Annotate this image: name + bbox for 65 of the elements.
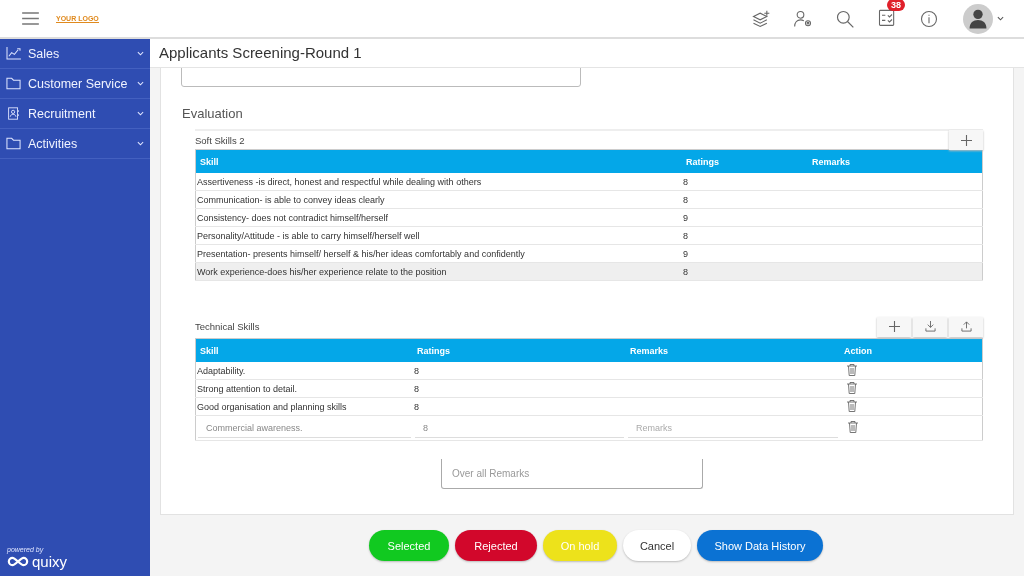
info-icon[interactable]: [919, 8, 939, 29]
table-cell: 9: [682, 208, 808, 227]
trash-icon[interactable]: [847, 363, 857, 376]
contact-card-icon: [6, 107, 21, 120]
action-button[interactable]: Show Data History: [697, 530, 823, 561]
folder-icon: [6, 137, 21, 150]
menu-icon[interactable]: [22, 12, 39, 25]
table-row[interactable]: Personality/Attitude - is able to carry himself/herself well 8: [195, 226, 983, 245]
table-title: Technical Skills: [195, 321, 261, 332]
column-header: Remarks: [626, 338, 840, 362]
section-title: Evaluation: [181, 105, 244, 123]
caret-icon[interactable]: [997, 16, 1004, 21]
table-cell: 8: [413, 362, 626, 380]
table-row[interactable]: Assertiveness -is direct, honest and respectful while dealing with others 8: [195, 173, 983, 191]
table-cell: Communication- is able to convey ideas clearly: [195, 190, 682, 209]
table-cell: 9: [682, 244, 808, 263]
table-cell: 8: [682, 173, 808, 191]
infinity-logo-icon: [7, 556, 29, 567]
table-cell: Strong attention to detail.: [195, 379, 413, 398]
column-header: Ratings: [413, 338, 626, 362]
table-row[interactable]: Communication- is able to convey ideas clearly 8: [195, 190, 983, 209]
table-cell: 8: [413, 379, 626, 398]
add-button[interactable]: [949, 130, 983, 150]
column-header: Ratings: [682, 149, 808, 173]
avatar-icon[interactable]: [963, 3, 993, 34]
brand-name: quixy: [32, 553, 68, 570]
table-cell: Personality/Attitude - is able to carry himself/herself well: [195, 226, 682, 245]
plus-icon: [960, 134, 972, 146]
column-header: Remarks: [808, 149, 983, 173]
plus-icon: [888, 321, 900, 332]
upload-icon: [960, 321, 972, 332]
trash-icon[interactable]: [847, 399, 857, 412]
table-title: Soft Skills 2: [195, 134, 246, 146]
layers-add-icon[interactable]: [751, 8, 771, 29]
column-header: Skill: [195, 149, 682, 173]
table-cell: 8: [682, 226, 808, 245]
action-button[interactable]: Cancel: [623, 530, 691, 561]
table-row[interactable]: Work experience-does his/her experience relate to the position 8: [195, 262, 983, 281]
chevron-down-icon: [137, 141, 144, 146]
column-header: Skill: [195, 338, 413, 362]
chart-icon: [6, 47, 21, 60]
chevron-down-icon: [137, 111, 144, 116]
chevron-down-icon: [137, 81, 144, 86]
table-cell: 8: [682, 190, 808, 209]
folder-icon: [6, 77, 21, 90]
table-cell: 8: [413, 397, 626, 416]
trash-icon[interactable]: [847, 381, 857, 394]
table-cell: Assertiveness -is direct, honest and respectful while dealing with others: [195, 173, 682, 191]
table-cell: Presentation- presents himself/ herself & his/her ideas comfortably and confidently: [195, 244, 682, 263]
search-icon[interactable]: [835, 8, 855, 29]
add-button[interactable]: [877, 316, 911, 337]
chevron-down-icon: [137, 51, 144, 56]
table-cell: Consistency- does not contradict himself/herself: [195, 208, 682, 227]
table-cell: Good organisation and planning skills: [195, 397, 413, 416]
action-button[interactable]: Rejected: [455, 530, 537, 561]
user-settings-icon[interactable]: [793, 8, 813, 29]
column-header: Action: [840, 338, 983, 362]
trash-icon[interactable]: [848, 421, 858, 433]
page-title: Applicants Screening-Round 1: [150, 39, 1024, 68]
overall-remarks-field[interactable]: Over all Remarks: [441, 459, 703, 489]
table-cell: Adaptability.: [195, 362, 413, 380]
table-row[interactable]: Consistency- does not contradict himself/herself 9: [195, 208, 983, 227]
table-row[interactable]: Presentation- presents himself/ herself & his/her ideas comfortably and confidently 9: [195, 244, 983, 263]
download-icon: [924, 321, 936, 332]
notification-badge: 38: [887, 0, 905, 11]
